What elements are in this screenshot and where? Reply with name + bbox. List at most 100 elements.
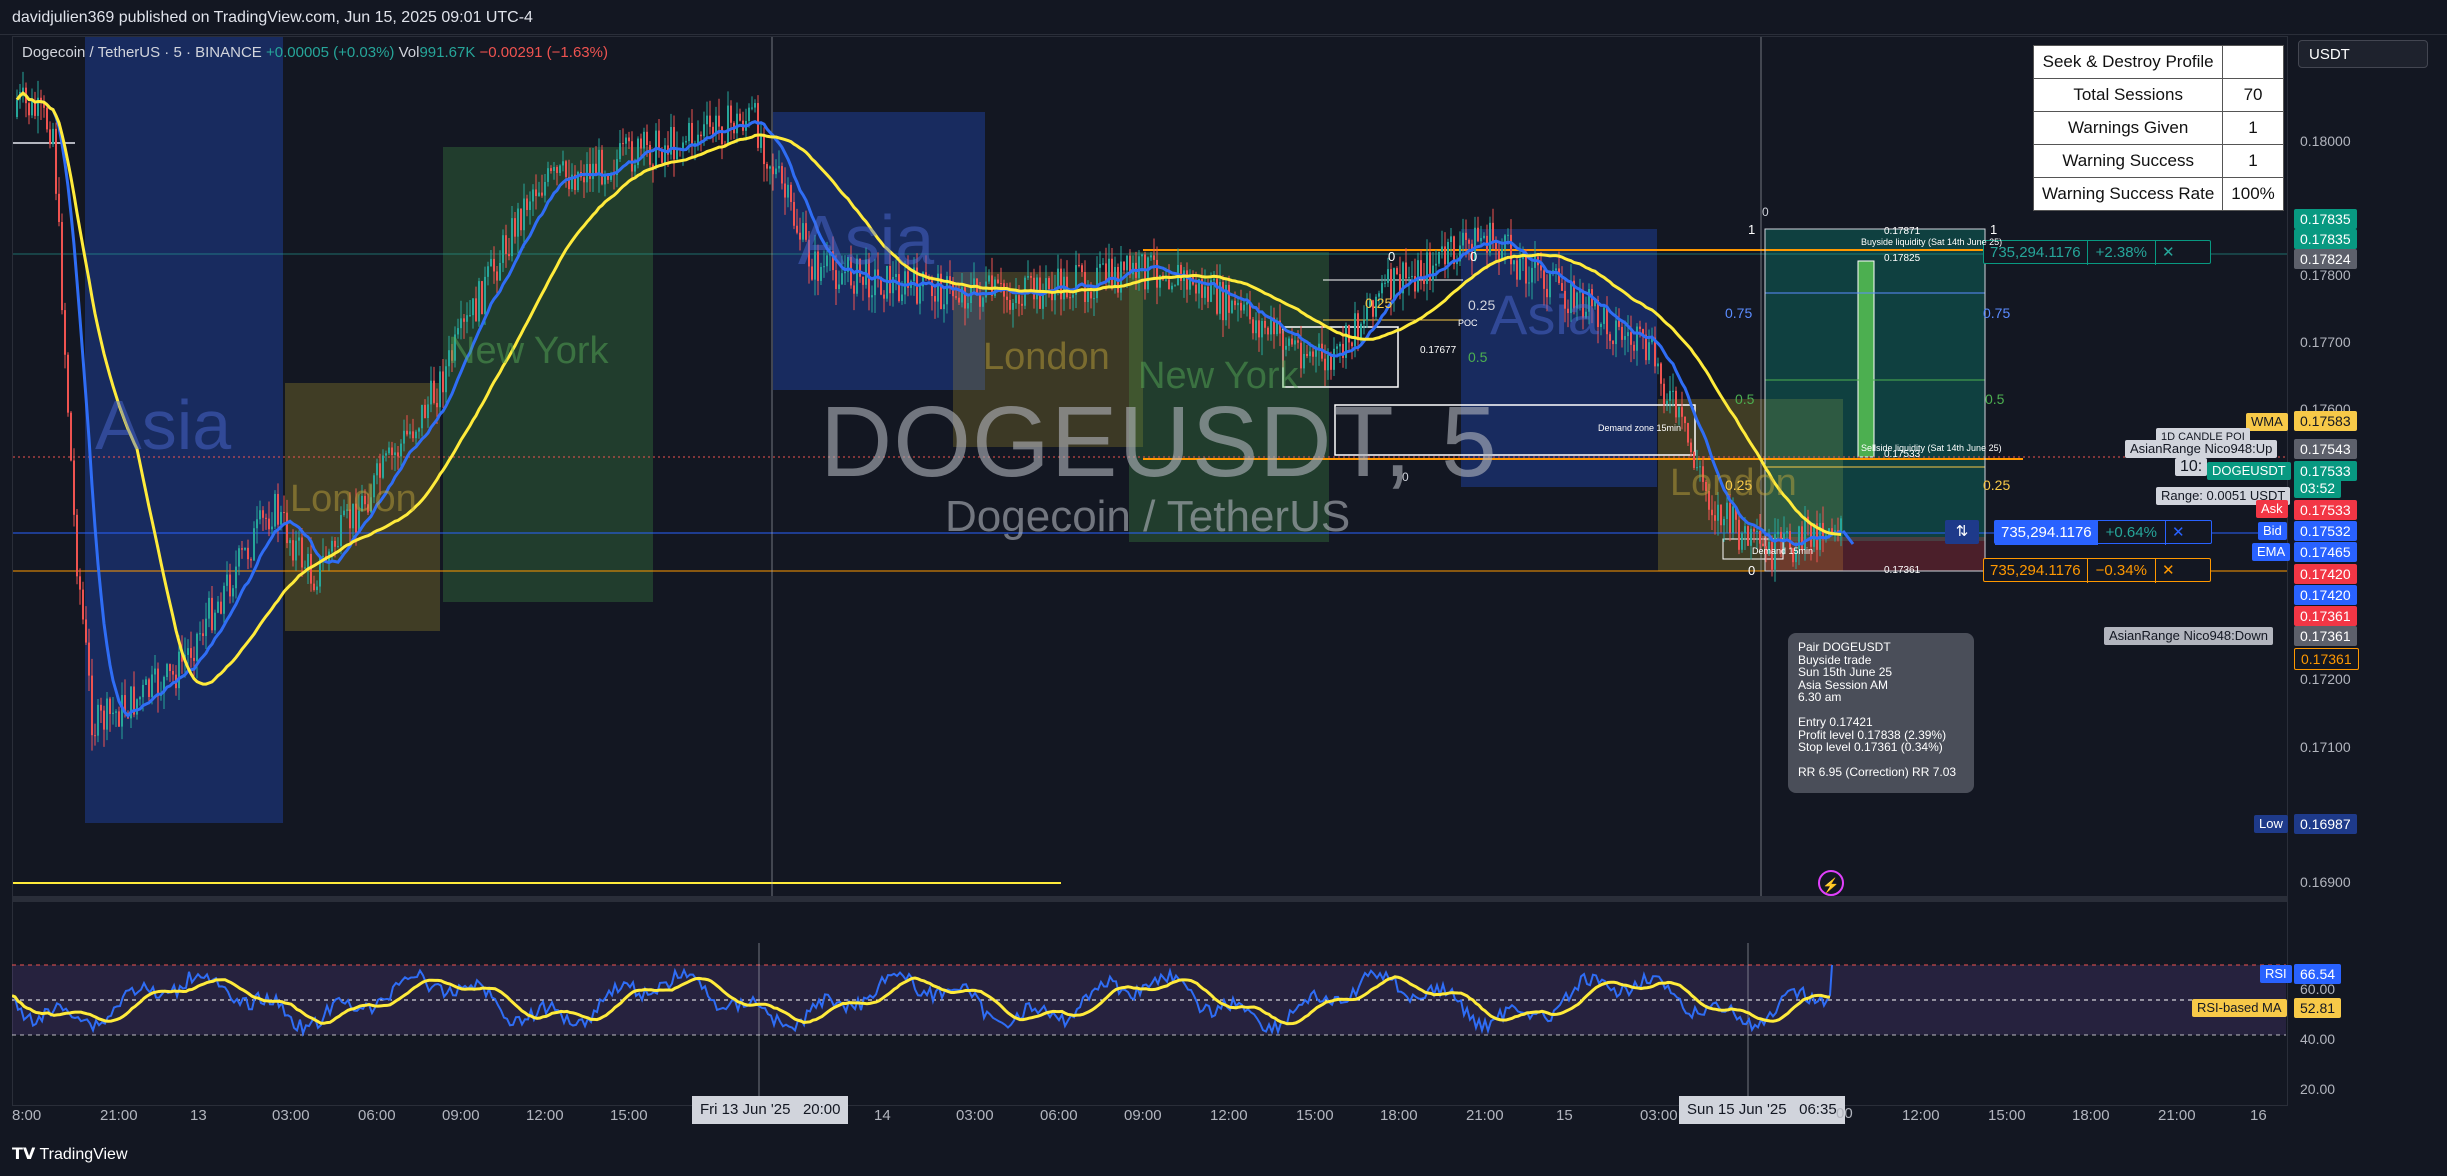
candle-body (1678, 407, 1680, 418)
time-axis-label: 09:00 (442, 1107, 480, 1124)
candle-body (1258, 320, 1260, 338)
candle-body (1240, 302, 1242, 311)
candle-body (1681, 407, 1683, 417)
candle-body (664, 145, 666, 163)
candle-body (283, 512, 285, 514)
candle-body (193, 657, 195, 661)
time-axis-label: 21:00 (1466, 1107, 1504, 1124)
currency-selector[interactable]: USDT (2298, 40, 2428, 68)
fib-label: 0 (1762, 205, 1769, 219)
symbol-name[interactable]: Dogecoin / TetherUS · 5 · BINANCE (22, 44, 262, 61)
candle-body (511, 218, 513, 257)
candle-body (718, 115, 720, 127)
candle-body (478, 281, 480, 322)
candle-body (658, 130, 660, 151)
candle-body (553, 167, 555, 171)
candle-body (1351, 342, 1353, 347)
doge-tag: DOGEUSDT (2207, 462, 2291, 480)
time-axis-label: 14 (874, 1107, 891, 1124)
candle-body (28, 103, 30, 116)
position-top[interactable]: 735,294.1176 +2.38% ✕ (1983, 240, 2211, 265)
candle-body (1387, 269, 1389, 283)
time-axis-label: 18:00 (2072, 1107, 2110, 1124)
candle-body (412, 431, 414, 439)
rsi-ma-value: 52.81 (2294, 998, 2342, 1018)
candle-body (535, 189, 537, 197)
candle-body (1648, 342, 1650, 361)
price-axis-label: 0.17800 (2300, 267, 2351, 283)
published-text: davidjulien369 published on TradingView.… (12, 9, 533, 26)
candle-body (484, 276, 486, 315)
close-icon[interactable]: ✕ (2164, 521, 2191, 545)
candle-body (301, 537, 303, 568)
candle-body (1738, 519, 1740, 550)
candle-body (1534, 256, 1536, 268)
candle-body (1168, 279, 1170, 290)
candle-body (520, 208, 522, 231)
candle-body (1060, 268, 1062, 300)
stats-value: 70 (2222, 78, 2284, 112)
stats-label: Warning Success Rate (2032, 177, 2224, 211)
candle-body (469, 315, 471, 317)
candle-body (583, 177, 585, 183)
candle-body (1786, 530, 1788, 534)
candle-body (1261, 320, 1263, 338)
candle-body (1672, 390, 1674, 392)
candle-body (334, 540, 336, 547)
lightning-icon[interactable]: ⚡ (1818, 870, 1844, 896)
candle-body (1780, 531, 1782, 540)
candle-body (1432, 265, 1434, 281)
session-label-asia-2: Asia (798, 201, 935, 279)
candle-body (757, 103, 759, 148)
fib-label: 0.25 (1725, 477, 1753, 493)
fib-label: 0.75 (1983, 305, 2011, 321)
symbol-legend[interactable]: Dogecoin / TetherUS · 5 · BINANCE +0.000… (22, 44, 608, 61)
candle-body (1615, 320, 1617, 345)
candle-body (934, 296, 936, 302)
candle-body (1015, 295, 1017, 303)
candle-body (1498, 249, 1500, 260)
position-pct: +2.38% (2086, 241, 2155, 265)
candle-body (631, 141, 633, 172)
close-icon[interactable]: ✕ (2154, 559, 2181, 583)
candle-body (1810, 523, 1812, 547)
swap-icon[interactable]: ⇅ (1945, 520, 1979, 544)
candle-body (1489, 222, 1491, 253)
time-axis[interactable]: 8:00 21:00 13 03:00 06:00 09:00 12:00 15:00 14 03… (12, 1103, 2286, 1129)
candle-body (256, 519, 258, 529)
candle-body (136, 699, 138, 715)
time-axis-label: 16 (2250, 1107, 2267, 1124)
position-mid[interactable]: 735,294.1176 +0.64% ✕ (1994, 520, 2212, 545)
time-axis-label: 15:00 (1988, 1107, 2026, 1124)
candle-body (1483, 235, 1485, 238)
candle-body (1747, 526, 1749, 546)
candle-body (1267, 327, 1269, 335)
candle-body (493, 258, 495, 272)
position-qty: 735,294.1176 (1990, 562, 2081, 579)
ema-tag: EMA (2252, 543, 2291, 561)
candle-body (547, 168, 549, 182)
candle-body (1744, 526, 1746, 534)
candle-body (208, 597, 210, 619)
session-label-london: London (290, 478, 417, 520)
candle-body (112, 712, 114, 715)
candle-body (706, 115, 708, 125)
candle-body (427, 404, 429, 418)
candle-body (1621, 326, 1623, 340)
position-bottom[interactable]: 735,294.1176 −0.34% ✕ (1983, 558, 2211, 583)
candle-body (475, 298, 477, 322)
close-icon[interactable]: ✕ (2154, 241, 2181, 265)
asian-range-down-price: 0.17361 (2294, 626, 2357, 646)
ema-price: 0.17465 (2294, 542, 2357, 562)
candle-body (763, 136, 765, 165)
time-axis-label: 21:00 (100, 1107, 138, 1124)
ask-price: 0.17533 (2294, 500, 2357, 520)
candle-body (415, 431, 417, 439)
tradingview-logo[interactable]: 𝗧𝗩 TradingView (12, 1144, 128, 1164)
candle-body (1336, 346, 1338, 349)
candle-body (169, 664, 171, 672)
rsi-pane[interactable] (12, 943, 2286, 1103)
candle-body (382, 455, 384, 478)
candle-body (505, 235, 507, 255)
candle-body (406, 430, 408, 435)
